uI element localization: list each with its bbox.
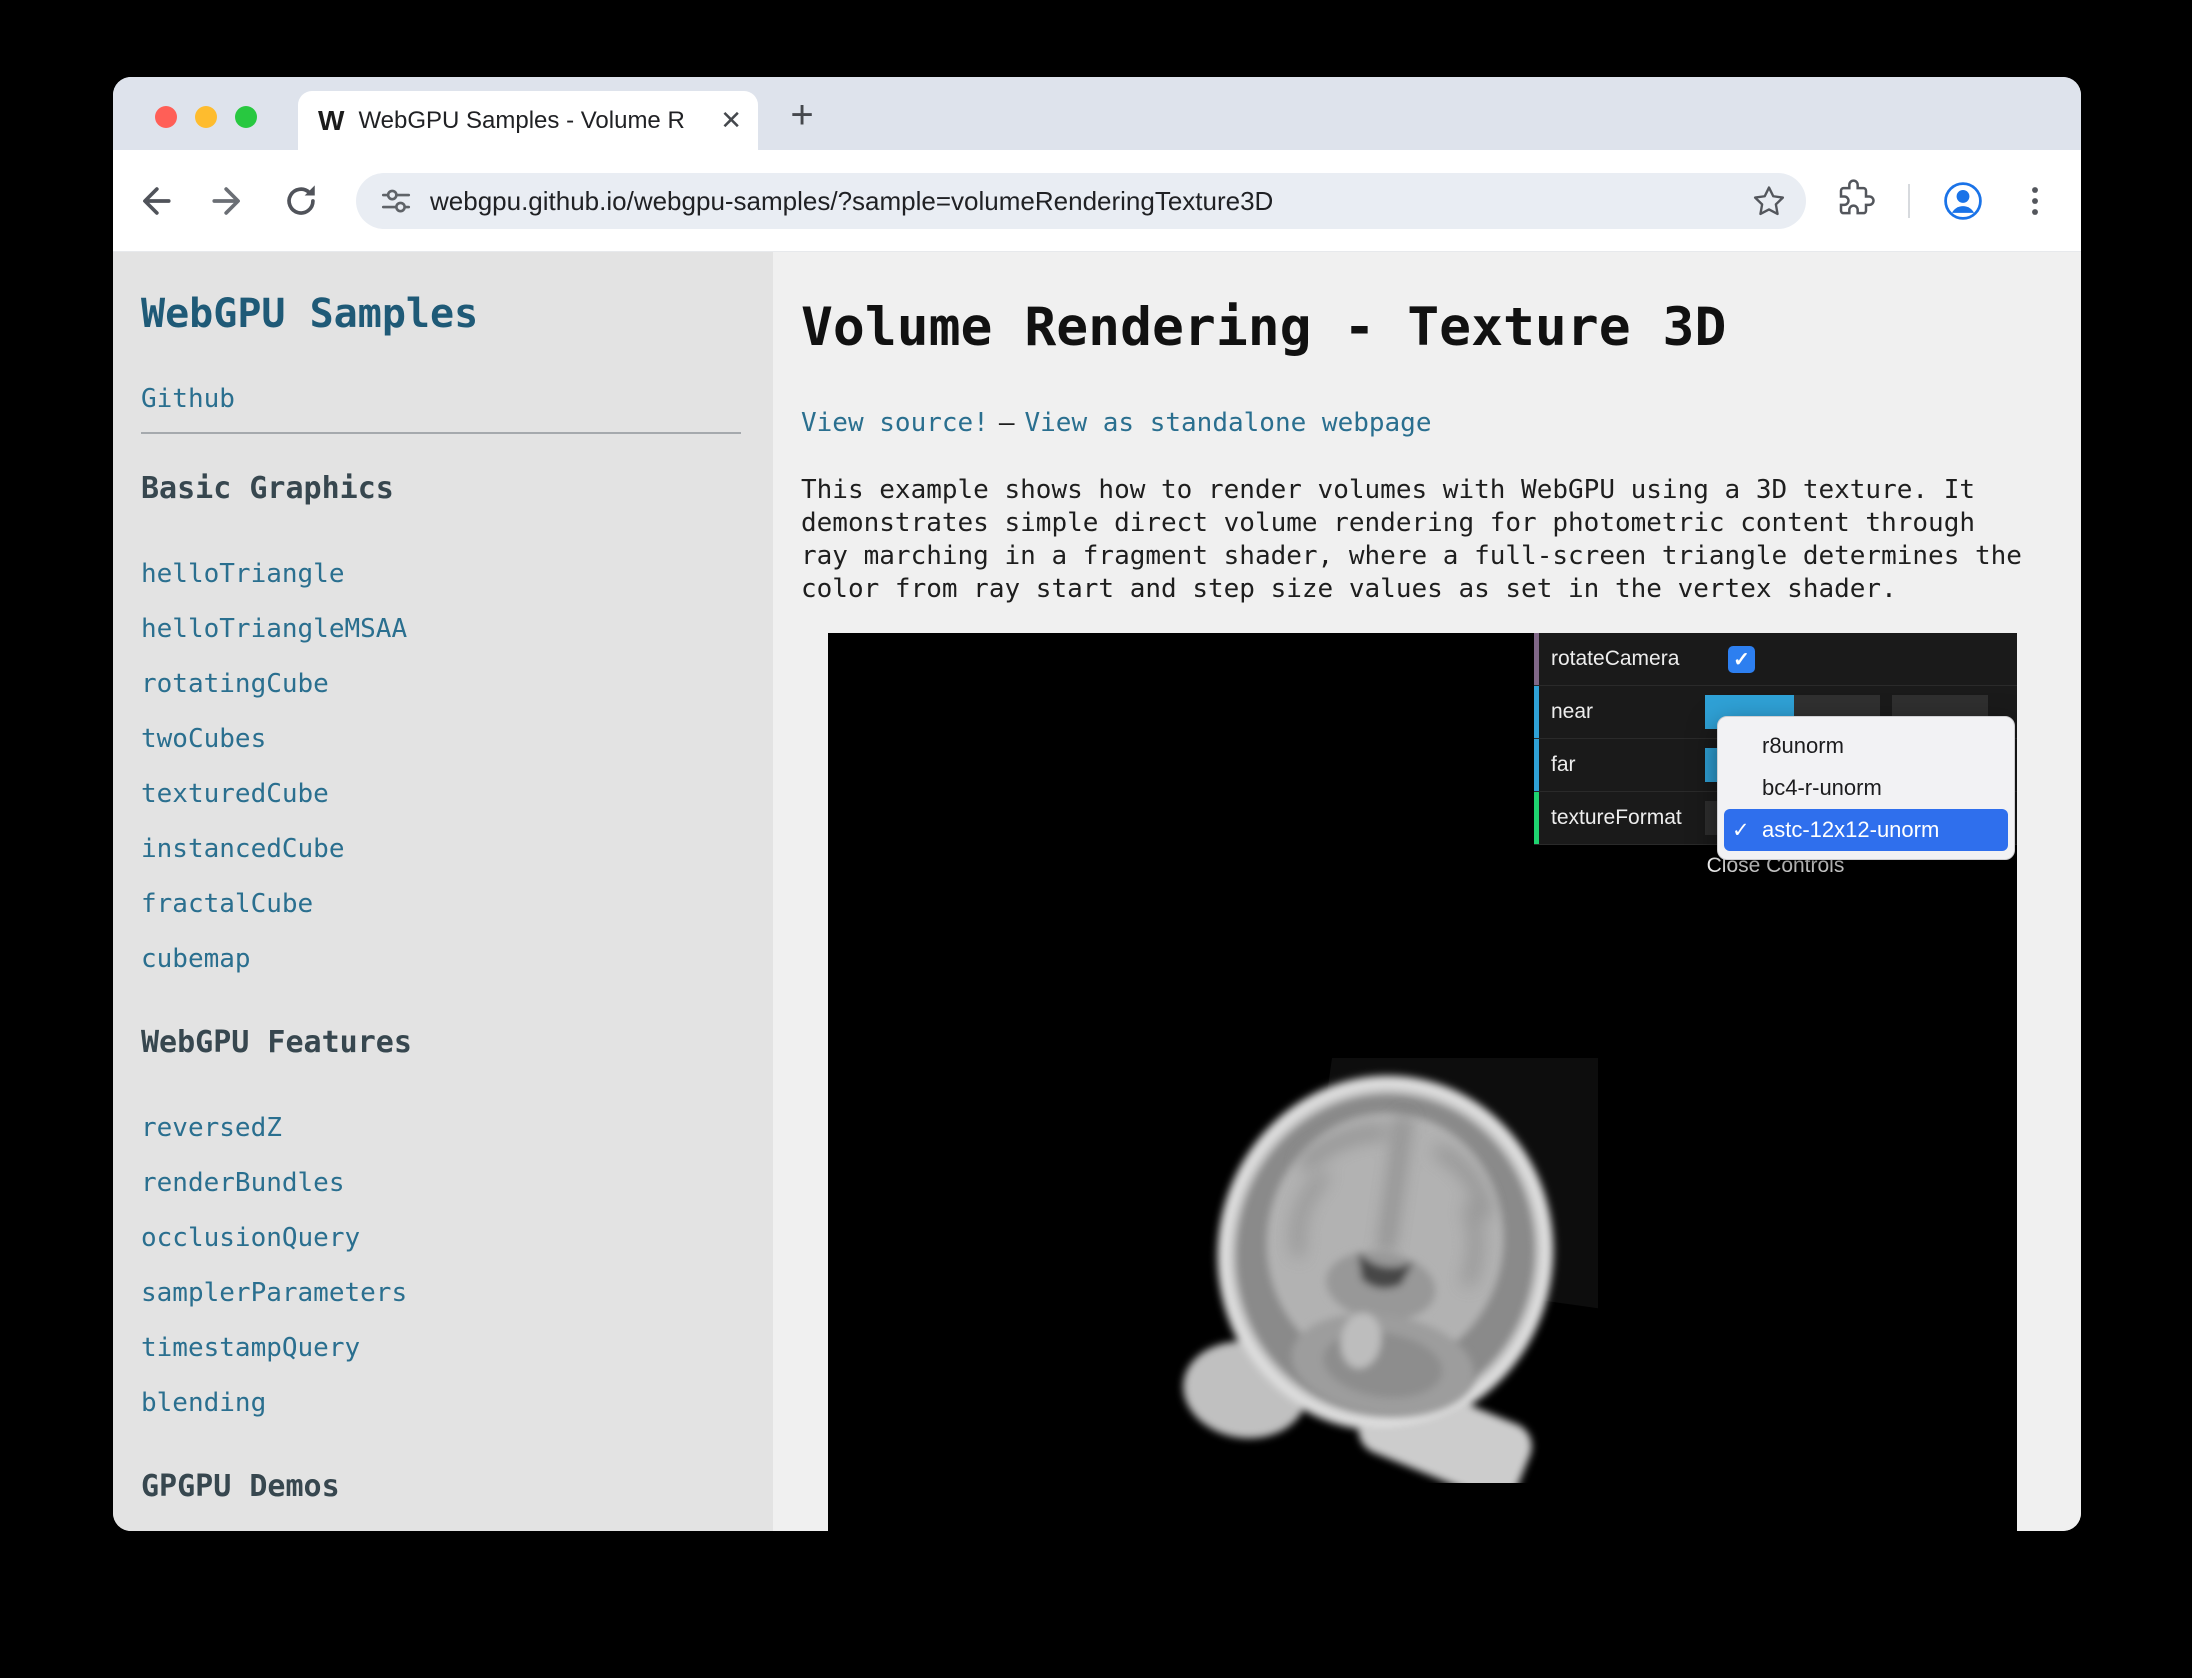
tab-strip: W WebGPU Samples - Volume R ✕ + — [113, 77, 2081, 150]
description-line: ray marching in a fragment shader, where… — [801, 540, 2053, 573]
link-separator: — — [999, 408, 1015, 438]
extensions-button[interactable] — [1836, 179, 1880, 223]
gui-label-near: near — [1539, 700, 1705, 724]
main-area: Volume Rendering - Texture 3D View sourc… — [773, 252, 2081, 1531]
basic-graphics-links: helloTriangle helloTriangleMSAA rotating… — [141, 548, 773, 988]
sidebar-item-reversedz[interactable]: reversedZ — [141, 1113, 282, 1143]
forward-arrow-icon — [206, 179, 250, 223]
description-line: This example shows how to render volumes… — [801, 474, 2053, 507]
reload-icon — [279, 179, 323, 223]
checkmark-icon: ✓ — [1733, 647, 1750, 672]
brain-mri-render — [1168, 1058, 1598, 1483]
dropdown-option-bc4-r-unorm[interactable]: bc4-r-unorm — [1724, 767, 2008, 809]
sidebar-divider — [141, 432, 741, 434]
sidebar-item-fractalcube[interactable]: fractalCube — [141, 889, 313, 919]
sidebar-item-twocubes[interactable]: twoCubes — [141, 724, 266, 754]
sidebar-item-timestampquery[interactable]: timestampQuery — [141, 1333, 360, 1363]
reload-button[interactable] — [279, 179, 323, 223]
view-source-link[interactable]: View source! — [801, 408, 989, 438]
source-links-row: View source! — View as standalone webpage — [801, 408, 2053, 438]
section-heading-webgpu-features: WebGPU Features — [141, 1024, 773, 1062]
sidebar-item-instancedcube[interactable]: instancedCube — [141, 834, 345, 864]
option-label: bc4-r-unorm — [1762, 775, 1882, 801]
sidebar-item-renderbundles[interactable]: renderBundles — [141, 1168, 345, 1198]
tab-title: WebGPU Samples - Volume R — [358, 107, 712, 135]
standalone-link[interactable]: View as standalone webpage — [1025, 408, 1432, 438]
section-heading-basic-graphics: Basic Graphics — [141, 470, 773, 508]
description-line: demonstrates simple direct volume render… — [801, 507, 2053, 540]
github-link[interactable]: Github — [141, 384, 773, 414]
gui-label-far: far — [1539, 753, 1705, 777]
webgpu-canvas[interactable]: rotateCamera ✓ near far — [828, 633, 2017, 1531]
sidebar-item-rotatingcube[interactable]: rotatingCube — [141, 669, 329, 699]
profile-button[interactable] — [1941, 179, 1985, 223]
section-heading-gpgpu-demos: GPGPU Demos — [141, 1468, 773, 1506]
bookmark-star-icon[interactable] — [1750, 182, 1788, 220]
sidebar: WebGPU Samples Github Basic Graphics hel… — [113, 252, 773, 1531]
browser-window: W WebGPU Samples - Volume R ✕ + — [113, 77, 2081, 1531]
new-tab-button[interactable]: + — [779, 93, 825, 139]
back-arrow-icon — [133, 179, 177, 223]
page-content: WebGPU Samples Github Basic Graphics hel… — [113, 252, 2081, 1531]
sidebar-item-occlusionquery[interactable]: occlusionQuery — [141, 1223, 360, 1253]
description-line: color from ray start and step size value… — [801, 573, 2053, 606]
dropdown-option-astc-12x12-unorm[interactable]: ✓ astc-12x12-unorm — [1724, 809, 2008, 851]
close-tab-icon[interactable]: ✕ — [720, 105, 742, 136]
option-label: astc-12x12-unorm — [1762, 817, 1939, 843]
toolbar-divider — [1908, 184, 1910, 218]
description: This example shows how to render volumes… — [801, 474, 2053, 606]
back-button[interactable] — [133, 179, 177, 223]
gui-label-rotatecamera: rotateCamera — [1539, 647, 1705, 671]
textureformat-dropdown: r8unorm bc4-r-unorm ✓ astc-12x12-unorm — [1717, 716, 2015, 860]
puzzle-icon — [1836, 179, 1876, 219]
url-text[interactable]: webgpu.github.io/webgpu-samples/?sample=… — [430, 186, 1273, 217]
webgpu-features-links: reversedZ renderBundles occlusionQuery s… — [141, 1102, 773, 1432]
zoom-window-button[interactable] — [235, 106, 257, 128]
sidebar-item-hellotriangle[interactable]: helloTriangle — [141, 559, 345, 589]
sidebar-item-cubemap[interactable]: cubemap — [141, 944, 251, 974]
dropdown-option-r8unorm[interactable]: r8unorm — [1724, 725, 2008, 767]
kebab-menu-icon — [2013, 179, 2057, 223]
sidebar-item-samplerparameters[interactable]: samplerParameters — [141, 1278, 407, 1308]
checkmark-icon: ✓ — [1732, 818, 1762, 843]
browser-toolbar: webgpu.github.io/webgpu-samples/?sample=… — [113, 150, 2081, 252]
option-label: r8unorm — [1762, 733, 1844, 759]
sidebar-item-blending[interactable]: blending — [141, 1388, 266, 1418]
browser-tab[interactable]: W WebGPU Samples - Volume R ✕ — [298, 91, 758, 150]
forward-button[interactable] — [206, 179, 250, 223]
site-settings-icon[interactable] — [378, 183, 414, 219]
sidebar-item-hellotrianglemsaa[interactable]: helloTriangleMSAA — [141, 614, 407, 644]
close-window-button[interactable] — [155, 106, 177, 128]
page-title: Volume Rendering - Texture 3D — [801, 298, 2053, 358]
gui-label-textureformat: textureFormat — [1539, 806, 1705, 830]
sidebar-title: WebGPU Samples — [141, 290, 773, 338]
webgpu-favicon-icon: W — [318, 105, 344, 137]
gui-row-rotatecamera: rotateCamera ✓ — [1534, 633, 2017, 686]
profile-avatar-icon — [1941, 179, 1985, 223]
address-bar[interactable]: webgpu.github.io/webgpu-samples/?sample=… — [356, 173, 1806, 229]
minimize-window-button[interactable] — [195, 106, 217, 128]
rotatecamera-checkbox[interactable]: ✓ — [1728, 646, 1755, 673]
sidebar-item-texturedcube[interactable]: texturedCube — [141, 779, 329, 809]
browser-menu-button[interactable] — [2013, 179, 2057, 223]
